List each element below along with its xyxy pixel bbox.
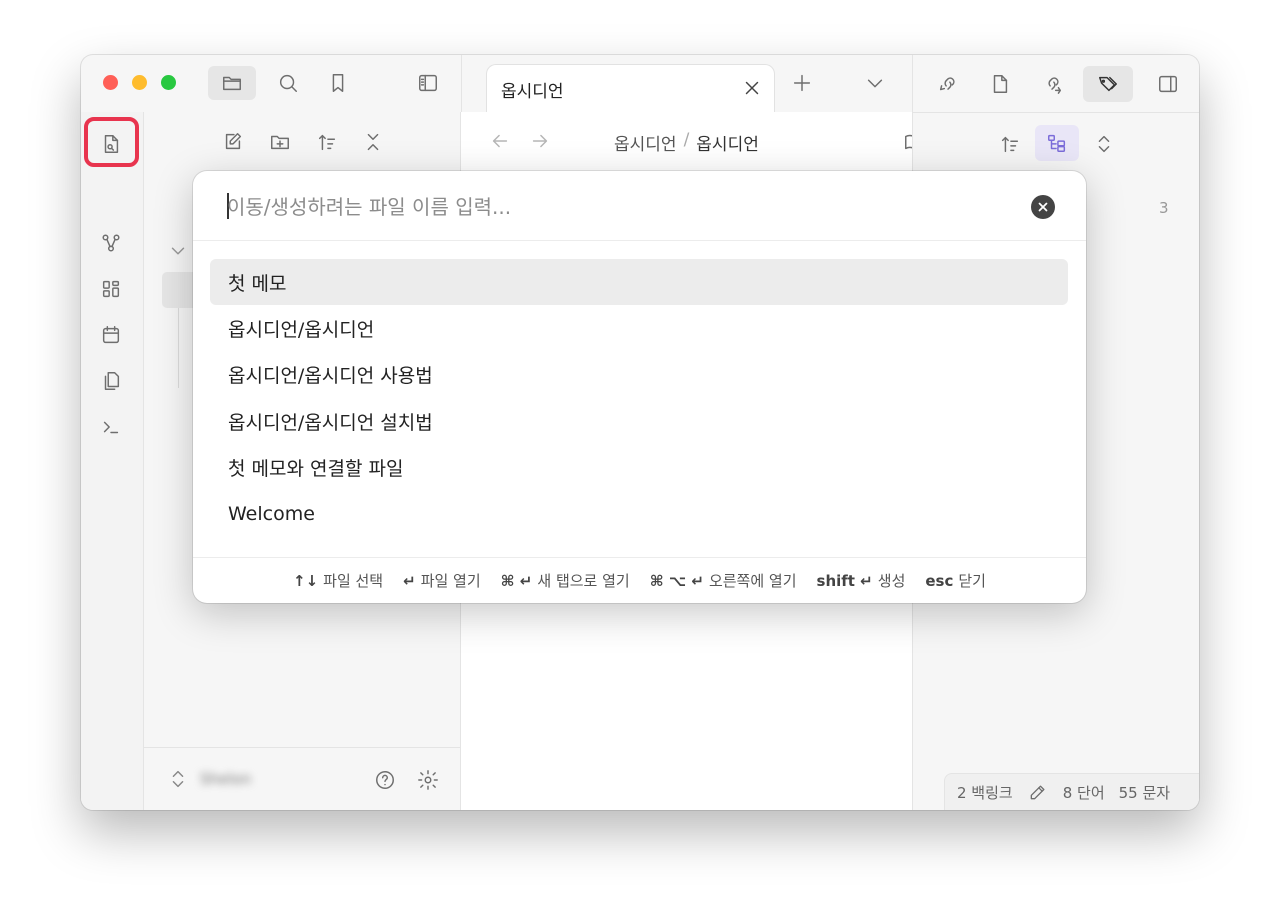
- tab-list-chevron-icon[interactable]: [859, 67, 891, 99]
- vault-footer: Shelon: [144, 747, 461, 810]
- hint-open-right: ⌘ ⌥ ↵ 오른쪽에 열기: [649, 572, 797, 590]
- result-label: 첫 메모: [228, 272, 287, 295]
- tab-note[interactable]: 옵시디언: [486, 64, 775, 112]
- outgoing-links-icon[interactable]: [1035, 67, 1069, 101]
- result-item[interactable]: 옵시디언/옵시디언 설치법: [210, 398, 1068, 444]
- result-label: 옵시디언/옵시디언 설치법: [228, 411, 433, 434]
- minimize-window-button[interactable]: [132, 75, 147, 90]
- breadcrumb-folder[interactable]: 옵시디언: [614, 130, 677, 155]
- result-item[interactable]: 첫 메모와 연결할 파일: [210, 445, 1068, 491]
- settings-icon[interactable]: [412, 764, 444, 796]
- help-icon[interactable]: [369, 764, 401, 796]
- vault-switch-icon[interactable]: [166, 766, 190, 792]
- switcher-hints: ↑↓ 파일 선택 ↵ 파일 열기 ⌘ ↵ 새 탭으로 열기 ⌘ ⌥ ↵ 오른쪽에 열기 …: [193, 557, 1086, 603]
- result-label: 옵시디언/옵시디언 사용법: [228, 365, 433, 388]
- result-item[interactable]: 첫 메모: [210, 259, 1068, 306]
- hint-navigate: ↑↓ 파일 선택: [293, 572, 384, 590]
- status-bar: 2 백링크 8 단어 55 문자: [944, 773, 1199, 810]
- backlinks-count[interactable]: 2 백링크: [957, 782, 1013, 803]
- hint-open: ↵ 파일 열기: [403, 572, 481, 590]
- terminal-icon[interactable]: [95, 411, 127, 443]
- tags-icon[interactable]: [1083, 66, 1133, 102]
- search-icon[interactable]: [271, 66, 305, 100]
- back-arrow-icon[interactable]: [485, 126, 515, 156]
- breadcrumb: 옵시디언 / 옵시디언: [614, 130, 759, 155]
- toolbar-divider: [461, 55, 462, 112]
- breadcrumb-separator: /: [683, 130, 690, 150]
- quick-switcher-highlight: [84, 117, 139, 167]
- expand-collapse-icon[interactable]: [1087, 127, 1121, 161]
- switcher-results: 첫 메모 옵시디언/옵시디언 옵시디언/옵시디언 사용법 옵시디언/옵시디언 설…: [210, 259, 1068, 537]
- calendar-icon[interactable]: [95, 319, 127, 351]
- outline-sort-icon[interactable]: [993, 127, 1027, 161]
- sidebar-toggle-icon[interactable]: [411, 66, 445, 100]
- right-sidebar-icon[interactable]: [1151, 67, 1185, 101]
- new-tab-icon[interactable]: [786, 67, 818, 99]
- zoom-window-button[interactable]: [161, 75, 176, 90]
- new-folder-icon[interactable]: [264, 126, 296, 158]
- quick-switcher-modal: 첫 메모 옵시디언/옵시디언 옵시디언/옵시디언 사용법 옵시디언/옵시디언 설…: [193, 171, 1086, 603]
- result-item[interactable]: Welcome: [210, 491, 1068, 537]
- file-icon[interactable]: [983, 67, 1017, 101]
- tab-title: 옵시디언: [501, 82, 564, 102]
- switcher-search-input[interactable]: [227, 190, 1007, 224]
- sort-icon[interactable]: [311, 126, 343, 158]
- tag-count: 3: [1159, 199, 1169, 217]
- hint-close: esc 닫기: [925, 572, 986, 590]
- indent-guide: [178, 308, 179, 388]
- switcher-search-row: [193, 171, 1086, 241]
- hint-create: shift ↵ 생성: [816, 572, 906, 590]
- vault-name[interactable]: Shelon: [200, 770, 251, 788]
- copy-icon[interactable]: [95, 365, 127, 397]
- collapse-icon[interactable]: [357, 126, 389, 158]
- result-item[interactable]: 옵시디언/옵시디언: [210, 305, 1068, 351]
- right-pane-divider: [913, 112, 1199, 113]
- backlinks-icon[interactable]: [931, 67, 965, 101]
- tree-view-icon[interactable]: [1035, 125, 1079, 161]
- graph-icon[interactable]: [95, 227, 127, 259]
- word-count: 8 단어: [1062, 783, 1105, 802]
- new-note-icon[interactable]: [217, 126, 249, 158]
- breadcrumb-file[interactable]: 옵시디언: [696, 130, 759, 155]
- left-ribbon: [81, 112, 144, 810]
- bookmark-icon[interactable]: [321, 66, 355, 100]
- close-window-button[interactable]: [103, 75, 118, 90]
- canvas-icon[interactable]: [95, 273, 127, 305]
- result-item[interactable]: 옵시디언/옵시디언 사용법: [210, 352, 1068, 398]
- result-label: 첫 메모와 연결할 파일: [228, 458, 404, 481]
- edit-icon[interactable]: [1027, 781, 1049, 803]
- close-tab-icon[interactable]: [739, 75, 765, 101]
- forward-arrow-icon[interactable]: [525, 126, 555, 156]
- clear-search-button[interactable]: [1031, 195, 1055, 219]
- result-label: Welcome: [228, 503, 315, 526]
- result-label: 옵시디언/옵시디언: [228, 319, 375, 342]
- close-icon: [1038, 202, 1048, 212]
- folder-chevron-icon[interactable]: [166, 239, 190, 263]
- folder-icon[interactable]: [208, 66, 256, 100]
- hint-open-new-tab: ⌘ ↵ 새 탭으로 열기: [500, 572, 630, 590]
- char-count: 55 문자: [1118, 783, 1171, 802]
